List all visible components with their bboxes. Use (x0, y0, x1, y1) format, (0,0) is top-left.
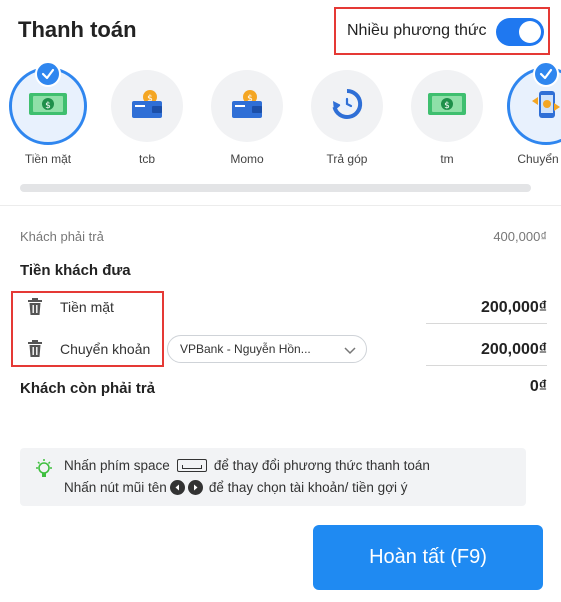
keyboard-hint-box: Nhấn phím space để thay đổi phương thức … (20, 448, 526, 506)
cash-amount-input[interactable]: 200,000₫ (426, 299, 547, 324)
bank-account-value: VPBank - Nguyễn Hồn... (180, 342, 311, 356)
method-circle: $ (111, 70, 183, 142)
hint-line-space: Nhấn phím space để thay đổi phương thức … (64, 458, 430, 473)
payment-row-cash: Tiền mặt (27, 293, 114, 321)
lightbulb-icon (34, 458, 54, 485)
method-label: Momo (230, 152, 264, 166)
method-cash[interactable]: $ Tiền mặt (8, 61, 88, 166)
page-title: Thanh toán (18, 17, 137, 42)
method-label: Trả góp (326, 152, 368, 166)
cash-icon: $ (28, 91, 68, 122)
installment-icon (330, 87, 364, 126)
method-circle: $ (411, 70, 483, 142)
method-circle: $ (211, 70, 283, 142)
trash-icon[interactable] (27, 298, 45, 316)
check-icon (35, 61, 61, 87)
payment-method-carousel: $ Tiền mặt $ tcb $ Momo Trả góp $ tm Chu… (0, 60, 561, 175)
check-icon (533, 61, 559, 87)
method-momo[interactable]: $ Momo (207, 70, 287, 166)
method-circle (507, 61, 561, 145)
payment-label: Tiền mặt (60, 299, 114, 315)
method-scrollbar[interactable] (20, 184, 531, 192)
hint-text: để thay đổi phương thức thanh toán (213, 458, 430, 473)
wallet-icon: $ (130, 89, 164, 124)
chevron-down-icon (344, 344, 356, 358)
multi-method-label: Nhiều phương thức (347, 22, 487, 39)
trash-icon[interactable] (27, 340, 45, 358)
method-circle (311, 70, 383, 142)
space-key-icon (176, 459, 207, 472)
customer-must-pay-label: Khách phải trả (20, 229, 104, 244)
method-installment[interactable]: Trả góp (307, 70, 387, 166)
method-label: tcb (138, 152, 155, 166)
phone-transfer-icon (529, 87, 561, 126)
method-bank-transfer[interactable]: Chuyển kh (506, 61, 561, 166)
cash-icon: $ (427, 91, 467, 122)
payment-label: Chuyển khoản (60, 341, 151, 357)
bank-account-select[interactable]: VPBank - Nguyễn Hồn... (167, 335, 367, 363)
remaining-value: 0₫ (529, 378, 547, 395)
multi-method-toggle[interactable] (496, 18, 544, 46)
svg-text:$: $ (45, 101, 51, 111)
method-label: tm (440, 152, 454, 166)
customer-must-pay-value: 400,000₫ (493, 229, 547, 244)
remaining-label: Khách còn phải trả (20, 380, 156, 397)
hint-text: Nhấn nút mũi tên (64, 480, 167, 495)
svg-text:$: $ (444, 101, 450, 111)
method-tcb[interactable]: $ tcb (107, 70, 187, 166)
wallet-icon: $ (230, 89, 264, 124)
complete-button[interactable]: Hoàn tất (F9) (313, 525, 543, 590)
customer-given-title: Tiền khách đưa (20, 262, 131, 279)
arrow-right-icon (187, 480, 203, 495)
method-tm[interactable]: $ tm (407, 70, 487, 166)
divider (0, 205, 561, 206)
hint-text: Nhấn phím space (64, 458, 170, 473)
transfer-amount-input[interactable]: 200,000₫ (426, 341, 547, 366)
payment-row-transfer: Chuyển khoản (27, 335, 150, 363)
multi-method-toggle-row: Nhiều phương thức (334, 7, 550, 55)
method-circle: $ (9, 61, 87, 145)
hint-text: để thay chọn tài khoản/ tiền gợi ý (208, 480, 408, 495)
arrow-left-icon (169, 480, 185, 495)
method-label: Tiền mặt (24, 152, 72, 166)
toggle-knob (519, 21, 541, 43)
hint-line-arrows: Nhấn nút mũi tên để thay chọn tài khoản/… (64, 480, 408, 495)
method-label: Chuyển kh (517, 152, 561, 166)
